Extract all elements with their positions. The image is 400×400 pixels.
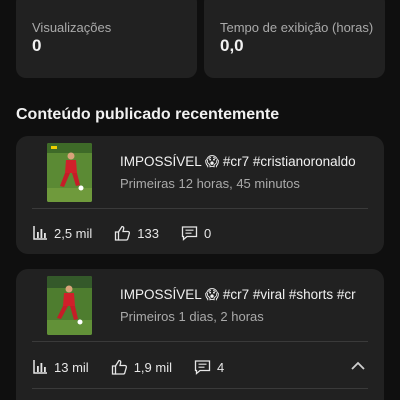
metrics-row: 2,5 mil 133 0 bbox=[32, 225, 233, 241]
comments-count: 0 bbox=[204, 225, 212, 241]
views-stat-card[interactable]: Visualizações 0 bbox=[16, 0, 197, 78]
section-title: Conteúdo publicado recentemente bbox=[16, 106, 280, 123]
likes-count: 133 bbox=[137, 225, 159, 241]
content-card[interactable]: IMPOSSÍVEL 😱 #cr7 #viral #shorts #cr Pri… bbox=[16, 269, 384, 400]
watch-time-value: 0,0 bbox=[220, 36, 244, 55]
views-count: 13 mil bbox=[54, 359, 89, 375]
card-divider bbox=[32, 388, 368, 389]
metrics-row: 13 mil 1,9 mil 4 bbox=[32, 359, 246, 375]
video-thumbnail[interactable] bbox=[47, 143, 92, 202]
thumbs-up-icon bbox=[111, 359, 127, 375]
views-label: Visualizações bbox=[32, 20, 112, 35]
chevron-up-icon[interactable] bbox=[350, 360, 366, 372]
thumbs-up-icon bbox=[115, 225, 131, 241]
video-title[interactable]: IMPOSSÍVEL 😱 #cr7 #cristianoronaldo bbox=[120, 154, 372, 170]
views-count: 2,5 mil bbox=[54, 225, 93, 241]
card-divider bbox=[32, 208, 368, 209]
bar-chart-icon bbox=[33, 360, 47, 374]
likes-count: 1,9 mil bbox=[133, 359, 172, 375]
views-value: 0 bbox=[32, 36, 42, 55]
comment-icon bbox=[194, 360, 211, 375]
watch-time-label: Tempo de exibição (horas) bbox=[220, 20, 374, 35]
views-metric: 2,5 mil bbox=[32, 225, 92, 241]
comments-metric: 0 bbox=[181, 225, 211, 241]
watch-time-stat-card[interactable]: Tempo de exibição (horas) 0,0 bbox=[204, 0, 385, 78]
video-title[interactable]: IMPOSSÍVEL 😱 #cr7 #viral #shorts #cr bbox=[120, 287, 372, 303]
comment-icon bbox=[181, 226, 198, 241]
bar-chart-icon bbox=[33, 226, 47, 240]
comments-metric: 4 bbox=[194, 359, 224, 375]
views-metric: 13 mil bbox=[32, 359, 89, 375]
video-thumbnail[interactable] bbox=[47, 276, 92, 335]
likes-metric: 133 bbox=[114, 225, 159, 241]
card-divider bbox=[32, 341, 368, 342]
video-subtitle: Primeiros 1 dias, 2 horas bbox=[120, 309, 264, 324]
comments-count: 4 bbox=[216, 359, 225, 375]
video-subtitle: Primeiras 12 horas, 45 minutos bbox=[120, 176, 300, 191]
content-card[interactable]: IMPOSSÍVEL 😱 #cr7 #cristianoronaldo Prim… bbox=[16, 136, 384, 254]
analytics-page: Visualizações 0 Tempo de exibição (horas… bbox=[0, 0, 400, 400]
likes-metric: 1,9 mil bbox=[111, 359, 172, 375]
